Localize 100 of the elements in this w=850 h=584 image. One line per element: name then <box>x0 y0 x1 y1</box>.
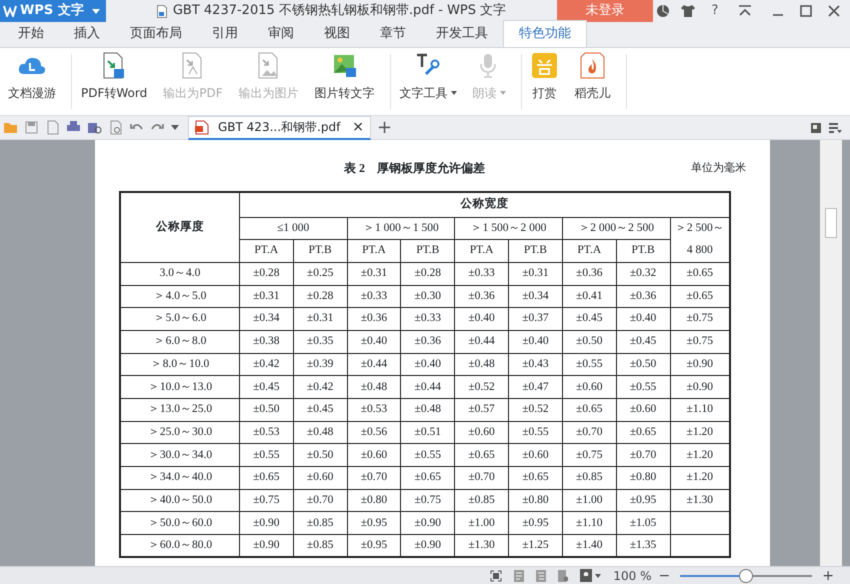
ribbon-button[interactable]: 稻壳儿 <box>570 48 616 115</box>
menu-tab[interactable]: 特色功能 <box>503 20 587 47</box>
app-name: WPS 文字 <box>20 2 84 20</box>
menu-tab[interactable]: 页面布局 <box>115 21 197 47</box>
table-cell: 3.0～4.0 <box>120 262 240 286</box>
table-header: PT.B <box>400 240 455 262</box>
flame-icon <box>578 52 607 80</box>
table-header: ＞1 500～2 000 <box>454 217 562 240</box>
table-cell: ±0.35 <box>293 330 348 354</box>
table-cell: ±0.36 <box>454 285 509 308</box>
table-cell: ±0.41 <box>562 285 616 308</box>
table-cell: ±0.34 <box>239 308 294 330</box>
maximize-icon[interactable] <box>800 5 812 17</box>
table-cell: ±0.44 <box>454 330 509 354</box>
table-cell: ＞8.0～10.0 <box>120 353 240 376</box>
table-cell: ±0.48 <box>293 421 348 444</box>
collapse-ribbon-icon[interactable] <box>738 5 752 17</box>
table-cell: ±0.65 <box>508 466 562 490</box>
table-cell: ±0.56 <box>347 421 401 444</box>
table-cell: ±0.60 <box>616 398 670 422</box>
table-header: ＞2 000～2 500 <box>562 217 670 240</box>
new-tab[interactable]: + <box>377 114 392 141</box>
table-cell: ±0.42 <box>293 376 348 398</box>
slider-thumb[interactable] <box>739 568 754 582</box>
table-cell: ±0.85 <box>454 489 509 512</box>
menu-tab[interactable]: 视图 <box>309 21 365 47</box>
ribbon-button[interactable]: PDF转Word <box>76 48 152 115</box>
table-cell: ±0.53 <box>347 398 401 422</box>
table-cell: ±0.75 <box>562 444 616 467</box>
scrollbar-thumb[interactable] <box>825 208 837 238</box>
table-cell: ±0.50 <box>616 353 670 376</box>
table-cell: ±1.00 <box>562 489 616 512</box>
help-button[interactable]: ? <box>702 0 728 22</box>
table-cell: ＞40.0～50.0 <box>120 489 240 512</box>
preview-icon[interactable] <box>108 120 123 135</box>
menu-tab[interactable]: 插入 <box>59 21 115 47</box>
table-cell: ±0.45 <box>293 398 348 422</box>
table-cell: ±0.60 <box>347 444 401 467</box>
print-preview-icon[interactable] <box>87 120 102 135</box>
menu-tab[interactable]: 引用 <box>197 21 253 47</box>
table-cell: ±0.80 <box>616 466 670 490</box>
ribbon-button[interactable]: 打赏 <box>526 48 564 115</box>
table-cell: ±0.33 <box>400 308 455 330</box>
table-cell: ±0.80 <box>508 489 562 512</box>
panel-icon[interactable] <box>810 122 822 134</box>
table-cell: ＞6.0～8.0 <box>120 330 240 354</box>
caret-icon <box>450 91 457 95</box>
caret-icon[interactable] <box>92 8 100 14</box>
document-tab[interactable]: GBT 423...和钢带.pdf × <box>188 116 372 140</box>
menu-tab[interactable]: 审阅 <box>253 21 309 47</box>
ribbon-button[interactable]: 图片转文字 <box>310 48 380 115</box>
table-header: ＞2 500～4 800 <box>674 220 726 258</box>
document-icon <box>156 4 167 18</box>
table-cell: ±0.38 <box>239 330 294 354</box>
tab-close[interactable]: × <box>352 116 364 138</box>
table-cell: ±0.40 <box>454 308 509 330</box>
window-title: GBT 4237-2015 不锈钢热轧钢板和钢带.pdf - WPS 文字 <box>172 2 506 20</box>
eye-protect-icon[interactable] <box>580 569 592 582</box>
table-cell: ±0.36 <box>347 308 401 330</box>
table-cell: ＞25.0～30.0 <box>120 421 240 444</box>
table-cell: ±0.65 <box>616 421 670 444</box>
table-cell: ±0.80 <box>347 489 401 512</box>
menu-tab[interactable]: 章节 <box>365 21 421 47</box>
table-cell: ±0.50 <box>562 330 616 354</box>
table-cell: ±0.55 <box>239 444 294 467</box>
table-header: 公称厚度 <box>120 192 240 262</box>
table-cell: ±0.43 <box>508 353 562 376</box>
shirt-icon[interactable] <box>680 4 696 18</box>
table-cell: ±0.28 <box>400 262 455 286</box>
table-cell: ±0.40 <box>400 353 455 376</box>
table-cell: ±0.50 <box>293 444 348 467</box>
fullscreen-icon[interactable] <box>490 570 502 582</box>
unit-note: 单位为毫米 <box>691 160 746 176</box>
caret-icon[interactable] <box>171 125 179 130</box>
menu-tab[interactable]: 开发工具 <box>421 21 503 47</box>
menu-tab[interactable]: 开始 <box>3 21 59 47</box>
ribbon-button[interactable]: 文档漫游 <box>3 48 61 115</box>
zoom-out-button[interactable]: − <box>654 568 674 582</box>
table-cell: ±0.52 <box>454 376 509 398</box>
table-cell: ±0.85 <box>562 466 616 490</box>
ribbon-button[interactable]: 文字工具 <box>394 48 462 115</box>
table-cell: ±0.48 <box>347 376 401 398</box>
table-cell: ±0.52 <box>508 398 562 422</box>
table-cell: ±0.44 <box>400 376 455 398</box>
list-menu-icon[interactable] <box>828 122 842 134</box>
table-cell: ±0.28 <box>239 262 294 286</box>
table-header: PT.A <box>347 240 401 262</box>
table-cell: ±0.51 <box>400 421 455 444</box>
table-cell: ＞13.0～25.0 <box>120 398 240 422</box>
table-cell: ±0.95 <box>347 512 401 535</box>
web-view-icon[interactable] <box>558 570 568 582</box>
table-cell: ±0.55 <box>616 376 670 398</box>
caret-icon[interactable] <box>595 574 602 578</box>
zoom-in-button[interactable]: + <box>818 568 838 582</box>
table-cell: ±0.60 <box>562 376 616 398</box>
table-cell: ±0.32 <box>616 262 670 286</box>
table-cell: ＞30.0～34.0 <box>120 444 240 467</box>
table-header: ≤1 000 <box>239 217 348 240</box>
table-cell: ±0.55 <box>508 421 562 444</box>
close-icon[interactable] <box>828 5 840 17</box>
